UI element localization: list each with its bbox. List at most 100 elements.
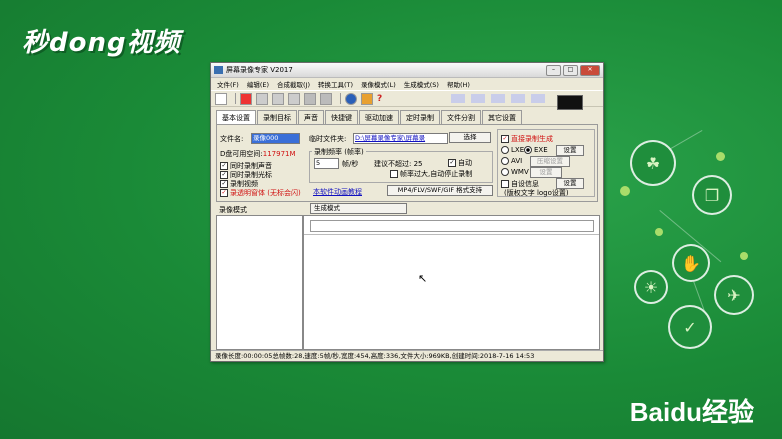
tab-bar: 基本设置 录制目标 声音 快捷键 驱动加速 定时录制 文件分割 其它设置 (216, 110, 523, 125)
fps-input[interactable]: 5 (314, 158, 339, 169)
new-icon[interactable] (215, 92, 227, 105)
checkbox-label: 直接录制生成 (511, 135, 553, 143)
radio-circle (501, 146, 509, 154)
menu-edit[interactable]: 编辑(E) (247, 79, 269, 89)
blurred-item (471, 94, 485, 103)
auto-stop-checkbox[interactable]: 帧率过大,自动停止录制 (390, 169, 472, 179)
tutorial-link[interactable]: 本软件动画教程 (313, 187, 362, 197)
dot (740, 252, 748, 260)
checkbox-box: ✓ (448, 159, 456, 167)
gen-mode-header[interactable]: 生成模式 (310, 203, 407, 214)
checkbox-box (501, 180, 509, 188)
temp-folder-input[interactable]: D:\屏幕录像专家\屏幕录 (353, 133, 448, 144)
frame-rate-group: 录制频率 (帧率) 5 帧/秒 建议不超过: 25 ✓ 自动 帧率过大,自动停止录… (309, 147, 493, 183)
play-icon[interactable] (288, 92, 300, 105)
direct-gen-checkbox[interactable]: ✓ 直接录制生成 (501, 134, 553, 144)
checkbox-box (390, 170, 398, 178)
menu-record-mode[interactable]: 录像模式(L) (361, 79, 396, 89)
frame-rate-label: 录制频率 (帧率) (312, 147, 366, 157)
mouse-cursor-icon: ↖ (418, 272, 428, 285)
tab-timer[interactable]: 定时录制 (400, 110, 440, 125)
baidu-text: Baidu经验 (629, 397, 754, 427)
app-icon (214, 66, 223, 74)
maximize-button[interactable]: □ (563, 64, 578, 76)
select-folder-button[interactable]: 选择 (449, 132, 491, 143)
close-button[interactable]: ✕ (580, 64, 600, 76)
record-transparent-checkbox[interactable]: ✓ 录透明窗体 (无标会闪) (220, 188, 301, 198)
output-format-group: ✓ 直接录制生成 LXE EXE 设置 AVI 压缩设置 WMV 设置 自设信息 … (497, 129, 595, 197)
sun-icon: ☀ (634, 270, 668, 304)
radio-circle (501, 157, 509, 165)
menu-convert[interactable]: 转换工具(T) (318, 79, 353, 89)
checkbox-box: ✓ (220, 189, 228, 197)
tab-split[interactable]: 文件分割 (441, 110, 481, 125)
menu-help[interactable]: 帮助(H) (447, 79, 470, 89)
menu-gen-mode[interactable]: 生成模式(S) (404, 79, 439, 89)
fps-unit: 帧/秒 (342, 160, 359, 168)
preview-box (557, 95, 583, 110)
compress-settings-button[interactable]: 压缩设置 (530, 156, 570, 167)
format-lxe-radio[interactable]: LXE (501, 146, 524, 154)
format-avi-radio[interactable]: AVI (501, 157, 522, 165)
baidu-watermark: Baidu经验 (630, 392, 754, 429)
dot (655, 228, 663, 236)
checkbox-box: ✓ (220, 162, 228, 170)
radio-label: LXE (511, 146, 525, 154)
menu-compose[interactable]: 合成截取(J) (277, 79, 310, 89)
camera-icon[interactable] (304, 92, 316, 105)
title-bar[interactable]: 屏幕录像专家 V2017 – □ ✕ (211, 63, 603, 78)
menu-file[interactable]: 文件(F) (217, 79, 239, 89)
exe-settings-button[interactable]: 设置 (556, 145, 584, 156)
suggest-label: 建议不超过: 25 (374, 160, 423, 168)
format-exe-radio[interactable]: EXE (524, 146, 548, 154)
tab-target[interactable]: 录制目标 (257, 110, 297, 125)
tab-other[interactable]: 其它设置 (482, 110, 522, 125)
tab-driver[interactable]: 驱动加速 (359, 110, 399, 125)
checkbox-box: ✓ (501, 135, 509, 143)
checkbox-box: ✓ (220, 171, 228, 179)
format-wmv-radio[interactable]: WMV (501, 168, 529, 176)
radio-label: EXE (534, 146, 548, 154)
radio-label: AVI (511, 157, 523, 165)
checkbox-label: 帧率过大,自动停止录制 (400, 170, 473, 178)
help-icon[interactable]: ? (377, 94, 387, 104)
toolbar: ? (211, 90, 603, 107)
pause-icon[interactable] (256, 92, 268, 105)
record-mode-header: 录像模式 (219, 206, 247, 214)
disk-space-value: 117971M (262, 150, 296, 158)
stop-icon[interactable] (272, 92, 284, 105)
dot (716, 152, 725, 161)
divider (304, 234, 599, 235)
globe-icon[interactable] (345, 92, 357, 105)
generated-list-panel[interactable]: ↖ (303, 215, 600, 350)
minimize-button[interactable]: – (546, 64, 561, 76)
menu-bar: 文件(F) 编辑(E) 合成截取(J) 转换工具(T) 录像模式(L) 生成模式… (211, 78, 603, 90)
checkbox-label: 自动 (458, 159, 472, 167)
tool-icon[interactable] (320, 92, 332, 105)
tab-basic[interactable]: 基本设置 (216, 110, 256, 125)
blurred-item (451, 94, 465, 103)
tab-hotkey[interactable]: 快捷键 (325, 110, 358, 125)
blurred-item (511, 94, 525, 103)
gift-icon: ❐ (692, 175, 732, 215)
check-icon: ✓ (668, 305, 712, 349)
tab-sound[interactable]: 声音 (298, 110, 324, 125)
blurred-item (531, 94, 545, 103)
checkbox-box: ✓ (220, 180, 228, 188)
status-bar: 录像长度:00:00:05总帧数:28,速度:5帧/秒,宽度:454,高度:33… (211, 350, 603, 361)
filename-input[interactable]: 录像000 (251, 133, 300, 144)
brand-logo: 秒dong视频 (22, 28, 181, 58)
basic-settings-panel: 文件名: 录像000 临时文件夹: D:\屏幕录像专家\屏幕录 选择 D盘可用空… (216, 124, 598, 202)
checkbox-label: 自设信息 (511, 180, 539, 188)
record-list-panel[interactable] (216, 215, 303, 350)
format-support-button[interactable]: MP4/FLV/SWF/GIF 格式支持 (387, 185, 493, 196)
settings-icon[interactable] (361, 92, 373, 105)
filename-label: 文件名: (220, 135, 244, 143)
checkbox-label: 录透明窗体 (无标会闪) (230, 189, 301, 197)
radio-circle (524, 146, 532, 154)
auto-checkbox[interactable]: ✓ 自动 (448, 158, 472, 168)
radio-label: WMV (511, 168, 529, 176)
wmv-settings-button[interactable]: 设置 (530, 167, 562, 178)
generated-list-header (310, 220, 594, 232)
record-icon[interactable] (240, 92, 252, 105)
